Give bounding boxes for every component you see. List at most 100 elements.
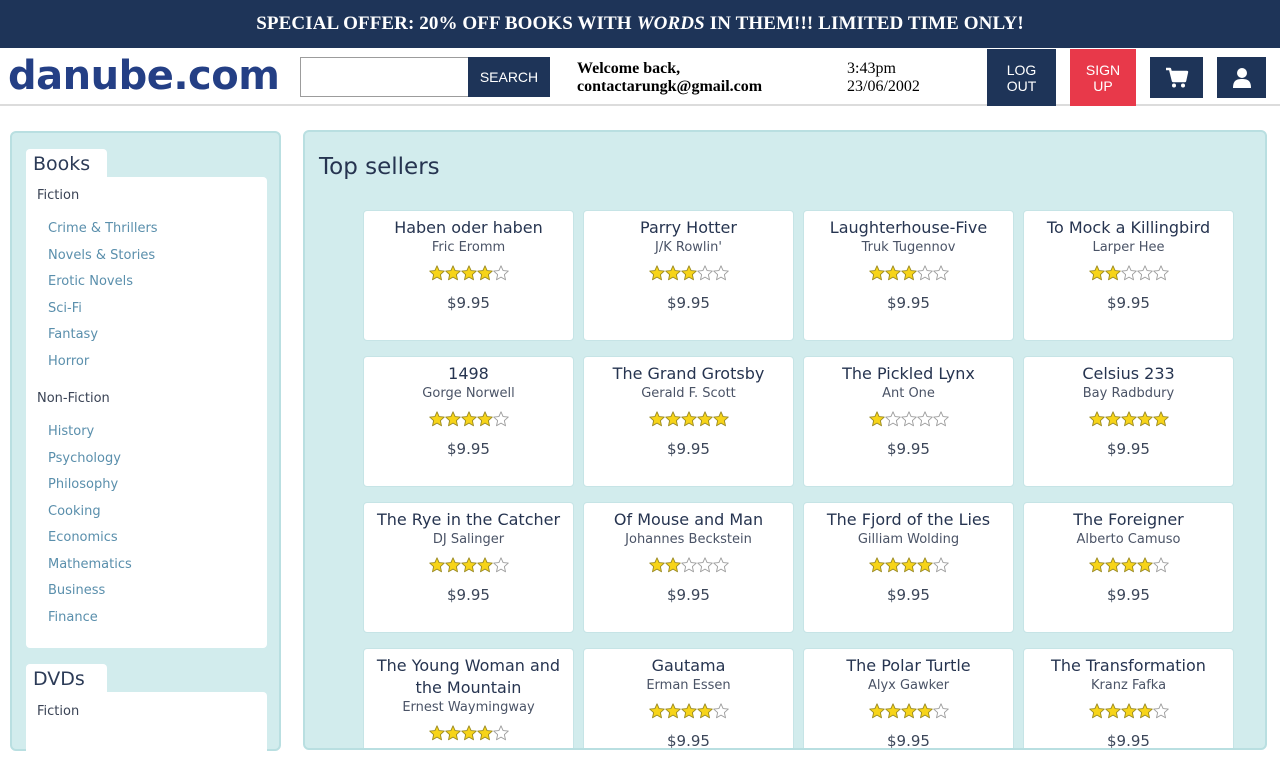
star-filled-icon (1104, 411, 1121, 427)
category-link[interactable]: Crime & Thrillers (48, 221, 158, 236)
category-link[interactable]: History (48, 424, 94, 439)
account-button[interactable] (1217, 57, 1266, 98)
book-title[interactable]: The Transformation (1024, 655, 1233, 677)
star-empty-icon (712, 703, 729, 719)
star-filled-icon (884, 703, 901, 719)
logout-button[interactable]: LOG OUT (987, 49, 1056, 106)
book-title[interactable]: The Pickled Lynx (804, 363, 1013, 385)
signup-label-line1: SIGN (1085, 61, 1121, 78)
star-filled-icon (444, 265, 461, 281)
star-empty-icon (1120, 265, 1137, 281)
category-heading-nonfiction[interactable]: Non-Fiction (37, 391, 110, 406)
book-card[interactable]: The Grand Grotsby Gerald F. Scott $9.95 (583, 356, 794, 487)
book-card[interactable]: 1498 Gorge Norwell $9.95 (363, 356, 574, 487)
search-input[interactable] (300, 57, 468, 97)
book-title[interactable]: The Fjord of the Lies (804, 509, 1013, 531)
category-link[interactable]: Business (48, 583, 105, 598)
book-title[interactable]: Of Mouse and Man (584, 509, 793, 531)
book-card[interactable]: Laughterhouse-Five Truk Tugennov $9.95 (803, 210, 1014, 341)
star-filled-icon (444, 411, 461, 427)
star-filled-icon (680, 265, 697, 281)
category-link[interactable]: Novels & Stories (48, 248, 155, 263)
book-card[interactable]: The Foreigner Alberto Camuso $9.95 (1023, 502, 1234, 633)
category-link[interactable]: Horror (48, 354, 89, 369)
book-title[interactable]: Laughterhouse-Five (804, 217, 1013, 239)
welcome-line: Welcome back, (577, 60, 681, 77)
star-filled-icon (476, 265, 493, 281)
signup-button[interactable]: SIGN UP (1070, 49, 1136, 106)
cart-button[interactable] (1150, 57, 1203, 98)
category-link[interactable]: Cooking (48, 504, 101, 519)
category-link[interactable]: Fantasy (48, 327, 98, 342)
category-link[interactable]: Mathematics (48, 557, 132, 572)
category-heading-fiction[interactable]: Fiction (37, 704, 79, 719)
book-title[interactable]: Parry Hotter (584, 217, 793, 239)
category-link[interactable]: Economics (48, 530, 118, 545)
book-card[interactable]: The Pickled Lynx Ant One $9.95 (803, 356, 1014, 487)
category-link[interactable]: Philosophy (48, 477, 118, 492)
book-title[interactable]: The Rye in the Catcher (364, 509, 573, 531)
star-filled-icon (428, 725, 445, 741)
star-filled-icon (696, 411, 713, 427)
book-card[interactable]: To Mock a Killingbird Larper Hee $9.95 (1023, 210, 1234, 341)
book-card[interactable]: The Fjord of the Lies Gilliam Wolding $9.9… (803, 502, 1014, 633)
book-title[interactable]: Gautama (584, 655, 793, 677)
book-price: $9.95 (667, 294, 710, 312)
star-filled-icon (648, 411, 665, 427)
star-rating (364, 411, 573, 431)
category-link[interactable]: Sci-Fi (48, 301, 82, 316)
book-price: $9.95 (447, 294, 490, 312)
book-author: Truk Tugennov (861, 240, 956, 255)
star-empty-icon (932, 265, 949, 281)
book-title[interactable]: Haben oder haben (364, 217, 573, 239)
book-author: Alyx Gawker (867, 678, 950, 693)
book-card[interactable]: The Young Woman and the Mountain Ernest W… (363, 648, 574, 748)
book-title[interactable]: The Young Woman and the Mountain (364, 655, 573, 699)
book-price: $9.95 (667, 440, 710, 458)
section-tab-dvds[interactable]: DVDs (26, 664, 107, 694)
category-link[interactable]: Finance (48, 610, 98, 625)
star-empty-icon (1152, 703, 1169, 719)
book-card[interactable]: The Polar Turtle Alyx Gawker $9.95 (803, 648, 1014, 748)
star-filled-icon (900, 703, 917, 719)
star-filled-icon (1136, 557, 1153, 573)
star-empty-icon (492, 725, 509, 741)
category-heading-fiction[interactable]: Fiction (37, 188, 79, 203)
category-link[interactable]: Psychology (48, 451, 121, 466)
category-link[interactable]: Erotic Novels (48, 274, 133, 289)
welcome-message: Welcome back, contactarungk@gmail.com (577, 60, 762, 96)
book-card[interactable]: Parry Hotter J/K Rowlin' $9.95 (583, 210, 794, 341)
star-filled-icon (1136, 411, 1153, 427)
book-card[interactable]: Gautama Erman Essen $9.95 (583, 648, 794, 748)
star-filled-icon (1088, 557, 1105, 573)
book-card[interactable]: Celsius 233 Bay Radbdury $9.95 (1023, 356, 1234, 487)
section-tab-books[interactable]: Books (26, 149, 107, 179)
star-filled-icon (712, 411, 729, 427)
book-title[interactable]: The Grand Grotsby (584, 363, 793, 385)
book-title[interactable]: 1498 (364, 363, 573, 385)
star-filled-icon (428, 411, 445, 427)
star-filled-icon (1120, 557, 1137, 573)
star-rating (1024, 557, 1233, 577)
book-card[interactable]: The Rye in the Catcher DJ Salinger $9.95 (363, 502, 574, 633)
star-rating (1024, 703, 1233, 723)
search-bar: SEARCH (300, 57, 550, 97)
star-empty-icon (932, 411, 949, 427)
star-rating (364, 557, 573, 577)
book-card[interactable]: The Transformation Kranz Fafka $9.95 (1023, 648, 1234, 750)
star-rating (804, 703, 1013, 723)
book-author: Kranz Fafka (1090, 678, 1167, 693)
star-empty-icon (1136, 265, 1153, 281)
star-filled-icon (460, 725, 477, 741)
book-price: $9.95 (1107, 732, 1150, 750)
book-card[interactable]: Haben oder haben Fric Eromm $9.95 (363, 210, 574, 341)
star-filled-icon (648, 265, 665, 281)
book-title[interactable]: To Mock a Killingbird (1024, 217, 1233, 239)
book-card[interactable]: Of Mouse and Man Johannes Beckstein $9.95 (583, 502, 794, 633)
site-logo[interactable]: danube.com (8, 53, 280, 99)
book-title[interactable]: The Polar Turtle (804, 655, 1013, 677)
book-title[interactable]: The Foreigner (1024, 509, 1233, 531)
search-button[interactable]: SEARCH (468, 57, 550, 97)
book-title[interactable]: Celsius 233 (1024, 363, 1233, 385)
dvds-category-list: Fiction (26, 692, 267, 772)
